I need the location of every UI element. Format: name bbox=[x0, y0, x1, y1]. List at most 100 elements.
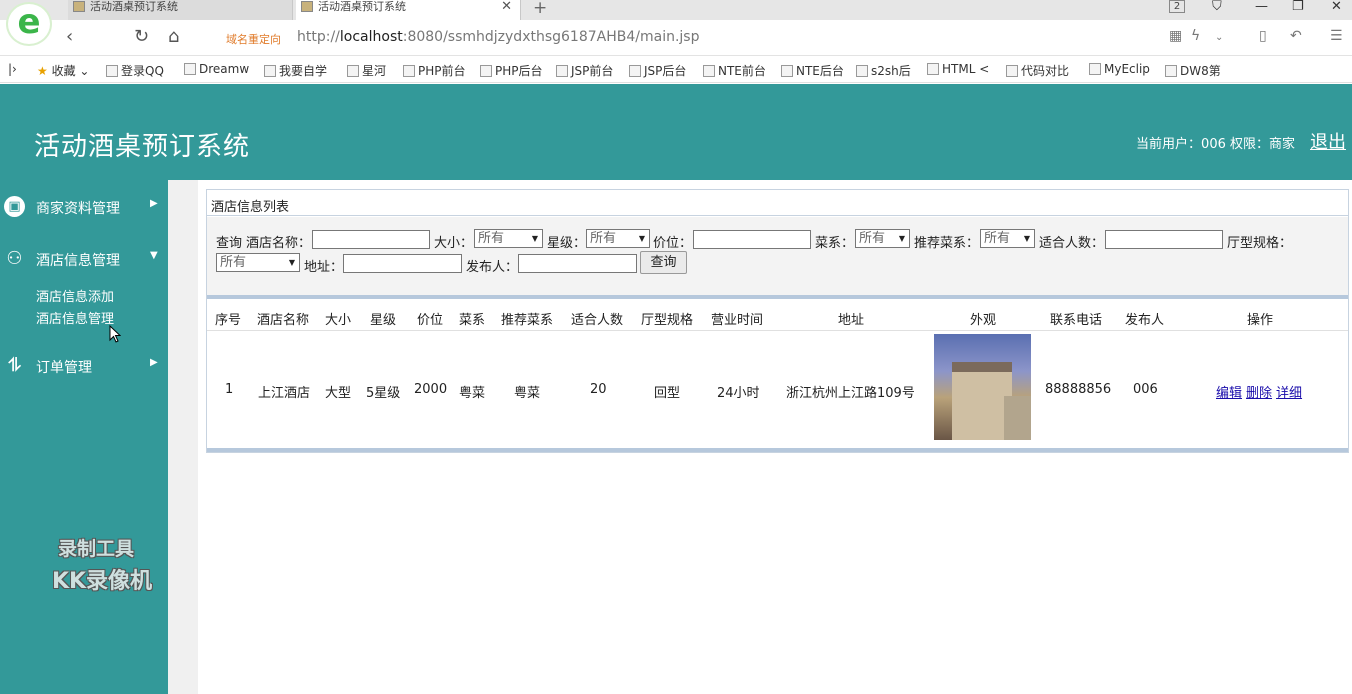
bookmark-icon[interactable]: ▯ bbox=[1259, 28, 1267, 44]
table-header: 序号 酒店名称 大小 星级 价位 菜系 推荐菜系 适合人数 厅型规格 营业时间 … bbox=[207, 303, 1348, 331]
column-header: 发布人 bbox=[1125, 313, 1165, 328]
page-favicon-icon bbox=[73, 1, 85, 12]
bookmark-item[interactable]: PHP前台 bbox=[403, 62, 466, 79]
cell-operations: 编辑 删除 详细 bbox=[1216, 382, 1306, 401]
column-header: 序号 bbox=[215, 313, 242, 328]
cell-index: 1 bbox=[225, 382, 234, 397]
cell-publisher: 006 bbox=[1133, 382, 1158, 397]
table-row: 1 上江酒店 大型 5星级 2000 粤菜 粤菜 20 回型 24小时 浙江杭州… bbox=[207, 332, 1348, 447]
size-label: 大小： bbox=[434, 236, 474, 251]
column-header: 菜系 bbox=[459, 313, 486, 328]
back-icon[interactable]: ‹ bbox=[66, 26, 73, 47]
detail-link[interactable]: 详细 bbox=[1276, 386, 1302, 401]
cuisine-label: 菜系： bbox=[815, 236, 855, 251]
content-gutter bbox=[168, 180, 198, 694]
chevron-right-icon: ▶ bbox=[150, 198, 158, 209]
bookmark-item[interactable]: 我要自学 bbox=[264, 62, 327, 79]
home-icon[interactable]: ⌂ bbox=[168, 26, 179, 47]
bookmark-item[interactable]: ★ 收藏 ⌄ bbox=[37, 62, 89, 79]
edit-link[interactable]: 编辑 bbox=[1216, 386, 1242, 401]
panel-bottom-border bbox=[207, 448, 1348, 452]
url-field[interactable]: http://localhost:8080/ssmhdjzydxthsg6187… bbox=[297, 29, 699, 45]
cuisine-select[interactable]: 所有 bbox=[855, 229, 910, 248]
bookmark-item[interactable]: NTE前台 bbox=[703, 62, 766, 79]
column-header: 星级 bbox=[370, 313, 397, 328]
cell-address: 浙江杭州上江路109号 bbox=[786, 386, 915, 401]
browser-tab-bar: 活动酒桌预订系统 活动酒桌预订系统 ✕ + 2 ⛉ — ❐ ✕ bbox=[0, 0, 1352, 20]
bookmark-item[interactable]: DW8第 bbox=[1165, 62, 1221, 79]
shirt-skin-icon[interactable]: ⛉ bbox=[1212, 0, 1222, 14]
cell-size: 大型 bbox=[325, 386, 352, 401]
menu-icon[interactable]: ☰ bbox=[1330, 28, 1343, 44]
query-button[interactable]: 查询 bbox=[640, 251, 687, 274]
browser-tab-active[interactable]: 活动酒桌预订系统 ✕ bbox=[296, 0, 521, 20]
cell-people: 20 bbox=[590, 382, 607, 397]
bookmark-item[interactable]: JSP前台 bbox=[556, 62, 613, 79]
column-header: 地址 bbox=[838, 313, 865, 328]
close-tab-icon[interactable]: ✕ bbox=[501, 0, 512, 13]
bookmark-item[interactable]: MyEclip bbox=[1089, 62, 1150, 76]
chevron-down-icon[interactable]: ⌄ bbox=[1215, 32, 1223, 43]
minimize-icon[interactable]: — bbox=[1255, 0, 1268, 14]
sidebar-item-hotel-info[interactable]: ⚇ 酒店信息管理 ▼ bbox=[0, 246, 168, 274]
people-input[interactable] bbox=[1105, 230, 1223, 249]
search-form: 查询 酒店名称： 大小： 所有 星级： 所有 价位： 菜系： 所有 推荐菜系： … bbox=[207, 217, 1348, 299]
publisher-label: 发布人： bbox=[466, 260, 519, 275]
cell-hours: 24小时 bbox=[717, 386, 760, 401]
sidebar-subitem-hotel-manage[interactable]: 酒店信息管理 bbox=[36, 308, 114, 327]
cell-price: 2000 bbox=[414, 382, 448, 397]
recommend-label: 推荐菜系： bbox=[914, 236, 980, 251]
star-select[interactable]: 所有 bbox=[586, 229, 650, 248]
new-tab-icon[interactable]: + bbox=[533, 0, 547, 18]
price-input[interactable] bbox=[693, 230, 811, 249]
sidebar-item-merchant-profile[interactable]: ▣ 商家资料管理 ▶ bbox=[0, 194, 168, 222]
hall-select[interactable]: 所有 bbox=[216, 253, 300, 272]
page-favicon-icon bbox=[301, 1, 313, 12]
app-title: 活动酒桌预订系统 bbox=[34, 132, 251, 162]
grid-icon[interactable]: ▦ bbox=[1169, 28, 1182, 44]
bookmark-item[interactable]: Dreamw bbox=[184, 62, 249, 76]
column-header: 操作 bbox=[1247, 313, 1274, 328]
browser-tab[interactable]: 活动酒桌预订系统 bbox=[68, 0, 293, 20]
app-header: 活动酒桌预订系统 当前用户：006 权限：商家 退出 bbox=[0, 84, 1352, 180]
sidebar-toggle-icon[interactable]: |› bbox=[8, 62, 17, 76]
column-header: 推荐菜系 bbox=[501, 313, 554, 328]
lightning-icon[interactable]: ϟ bbox=[1191, 28, 1200, 44]
close-window-icon[interactable]: ✕ bbox=[1331, 0, 1342, 14]
address-bar: ‹ ↻ ⌂ 域名重定向 http://localhost:8080/ssmhdj… bbox=[0, 20, 1352, 56]
recommend-select[interactable]: 所有 bbox=[980, 229, 1035, 248]
undo-icon[interactable]: ↶ bbox=[1290, 28, 1302, 44]
column-header: 营业时间 bbox=[711, 313, 764, 328]
redirect-label[interactable]: 域名重定向 bbox=[226, 31, 281, 47]
chevron-right-icon: ▶ bbox=[150, 357, 158, 368]
bookmark-item[interactable]: s2sh后 bbox=[856, 62, 911, 79]
restore-icon[interactable]: ❐ bbox=[1292, 0, 1304, 14]
refresh-icon[interactable]: ↻ bbox=[134, 26, 149, 47]
sidebar-subitem-hotel-add[interactable]: 酒店信息添加 bbox=[36, 286, 114, 305]
bookmark-item[interactable]: JSP后台 bbox=[629, 62, 686, 79]
bookmark-item[interactable]: 星河 bbox=[347, 62, 386, 79]
column-header: 厅型规格 bbox=[641, 313, 694, 328]
browser-logo-icon[interactable]: e bbox=[6, 2, 52, 46]
cell-phone: 88888856 bbox=[1045, 382, 1112, 397]
people-label: 适合人数： bbox=[1039, 236, 1105, 251]
recorder-watermark-line1: 录制工具 bbox=[57, 538, 134, 560]
star-label: 星级： bbox=[547, 236, 587, 251]
column-header: 联系电话 bbox=[1050, 313, 1103, 328]
bookmark-item[interactable]: HTML < bbox=[927, 62, 989, 76]
bookmark-item[interactable]: NTE后台 bbox=[781, 62, 844, 79]
column-header: 外观 bbox=[970, 313, 997, 328]
bookmark-item[interactable]: PHP后台 bbox=[480, 62, 543, 79]
sidebar: ▣ 商家资料管理 ▶ ⚇ 酒店信息管理 ▼ 酒店信息添加 酒店信息管理 ⥮ 订单… bbox=[0, 180, 168, 694]
size-select[interactable]: 所有 bbox=[474, 229, 543, 248]
bookmark-item[interactable]: 代码对比 bbox=[1006, 62, 1069, 79]
bookmark-item[interactable]: 登录QQ bbox=[106, 62, 164, 79]
sidebar-item-orders[interactable]: ⥮ 订单管理 ▶ bbox=[0, 353, 168, 381]
logout-link[interactable]: 退出 bbox=[1310, 128, 1346, 154]
delete-link[interactable]: 删除 bbox=[1246, 386, 1272, 401]
hotel-name-input[interactable] bbox=[312, 230, 430, 249]
address-input[interactable] bbox=[343, 254, 462, 273]
bookmarks-bar: |› ★ 收藏 ⌄ 登录QQ Dreamw 我要自学 星河 PHP前台 PHP后… bbox=[0, 57, 1352, 83]
tab-count-badge[interactable]: 2 bbox=[1169, 0, 1185, 13]
publisher-input[interactable] bbox=[518, 254, 637, 273]
